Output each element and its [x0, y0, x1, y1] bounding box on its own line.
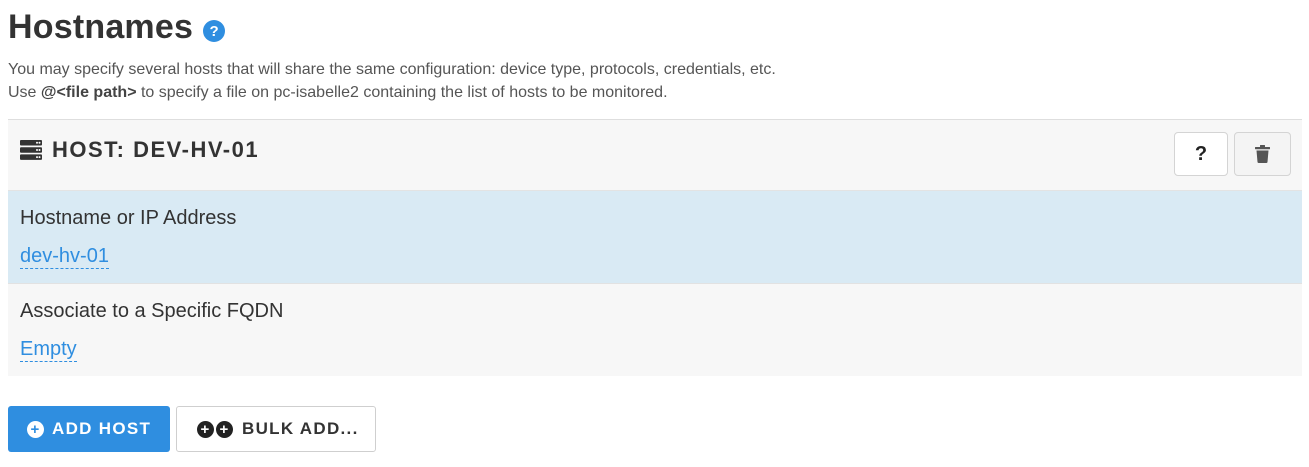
page-title: Hostnames	[8, 8, 194, 46]
add-host-label: ADD HOST	[52, 419, 152, 438]
field-label: Associate to a Specific FQDN	[20, 300, 284, 322]
host-help-button[interactable]: ?	[1174, 132, 1228, 176]
page-header: Hostnames ?	[8, 4, 226, 50]
double-plus-icon: + +	[197, 420, 233, 438]
field-fqdn[interactable]: Associate to a Specific FQDN Empty	[8, 284, 1302, 376]
bulk-add-label: BULK ADD...	[242, 419, 359, 438]
bulk-add-button[interactable]: + + BULK ADD...	[176, 406, 376, 452]
fqdn-value-editable[interactable]: Empty	[20, 338, 77, 362]
host-panel: HOST: DEV-HV-01 ? Hostname or IP Address…	[8, 119, 1302, 376]
trash-icon	[1255, 145, 1270, 163]
add-host-button[interactable]: + ADD HOST	[8, 406, 170, 452]
field-hostname[interactable]: Hostname or IP Address dev-hv-01	[8, 191, 1302, 284]
description-line-2: Use @<file path> to specify a file on pc…	[8, 81, 776, 104]
description: You may specify several hosts that will …	[8, 58, 776, 104]
file-path-syntax: @<file path>	[40, 84, 137, 101]
help-circle-icon[interactable]: ?	[203, 20, 226, 42]
host-title: HOST: DEV-HV-01	[52, 137, 260, 162]
plus-circle-icon: +	[197, 420, 214, 438]
plus-circle-icon: +	[216, 420, 233, 438]
field-label: Hostname or IP Address	[20, 207, 237, 229]
server-icon	[20, 140, 42, 160]
delete-host-button[interactable]	[1234, 132, 1291, 176]
description-line-1: You may specify several hosts that will …	[8, 61, 776, 78]
plus-circle-icon: +	[27, 420, 44, 438]
host-panel-header: HOST: DEV-HV-01 ?	[8, 119, 1302, 191]
description-suffix: to specify a file on pc-isabelle2 contai…	[140, 84, 668, 101]
description-prefix: Use	[8, 84, 37, 101]
hostname-value-editable[interactable]: dev-hv-01	[20, 245, 109, 269]
